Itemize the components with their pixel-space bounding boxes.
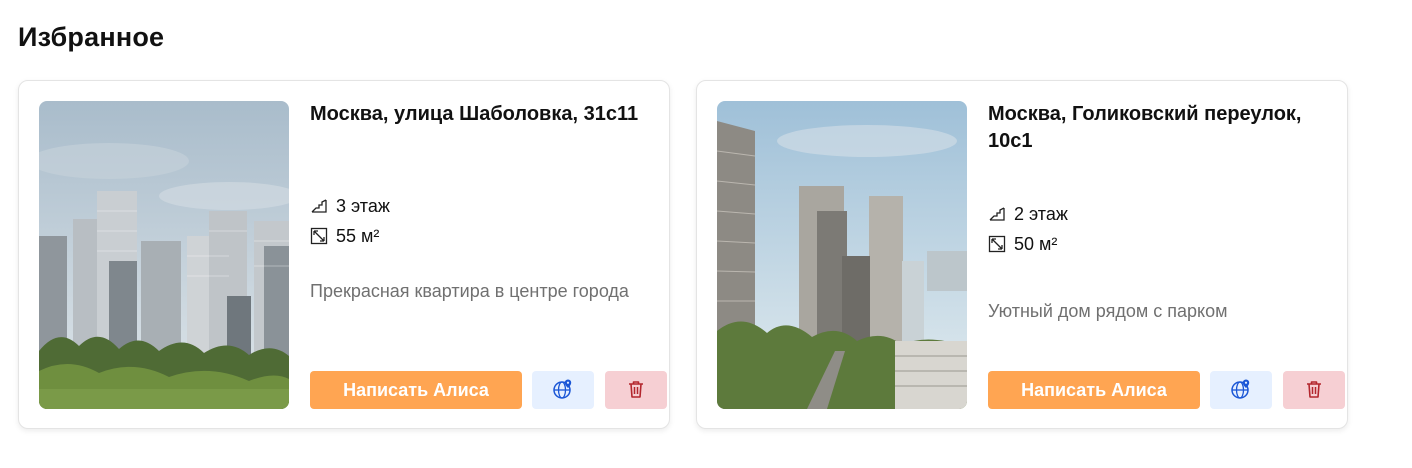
property-description: Уютный дом рядом с парком (988, 301, 1228, 321)
area-value: 55 м² (336, 226, 380, 246)
write-alisa-button[interactable]: Написать Алиса (310, 371, 522, 409)
card-actions: Написать Алиса (310, 371, 667, 409)
globe-pin-icon (1230, 378, 1252, 403)
floor-row: 2 этаж (988, 199, 1068, 229)
card-actions: Написать Алиса (988, 371, 1345, 409)
property-photo-image (717, 101, 967, 409)
property-photo-image (39, 101, 289, 409)
trash-icon (626, 379, 646, 402)
property-meta: 2 этаж 50 м² (988, 199, 1068, 259)
property-photo[interactable] (39, 101, 289, 409)
property-address[interactable]: Москва, Голиковский переулок, 10с1 (988, 101, 1328, 155)
trash-icon (1304, 379, 1324, 402)
floor-value: 2 этаж (1014, 204, 1068, 224)
floor-value: 3 этаж (336, 196, 390, 216)
globe-pin-icon (552, 378, 574, 403)
page-title: Избранное (18, 22, 165, 52)
area-value: 50 м² (1014, 234, 1058, 254)
property-address[interactable]: Москва, улица Шаболовка, 31с11 (310, 101, 650, 128)
stairs-icon (988, 205, 1006, 223)
area-row: 55 м² (310, 221, 390, 251)
card-content: Москва, улица Шаболовка, 31с11 3 этаж 55… (310, 101, 667, 409)
area-resize-icon (988, 235, 1006, 253)
stairs-icon (310, 197, 328, 215)
card-content: Москва, Голиковский переулок, 10с1 2 эта… (988, 101, 1345, 409)
delete-favorite-button[interactable] (1283, 371, 1345, 409)
favorite-card[interactable]: Москва, Голиковский переулок, 10с1 2 эта… (696, 80, 1348, 429)
area-resize-icon (310, 227, 328, 245)
property-meta: 3 этаж 55 м² (310, 191, 390, 251)
favorite-card[interactable]: Москва, улица Шаболовка, 31с11 3 этаж 55… (18, 80, 670, 429)
write-alisa-button[interactable]: Написать Алиса (988, 371, 1200, 409)
floor-row: 3 этаж (310, 191, 390, 221)
property-description: Прекрасная квартира в центре города (310, 281, 629, 301)
area-row: 50 м² (988, 229, 1068, 259)
show-on-map-button[interactable] (532, 371, 594, 409)
show-on-map-button[interactable] (1210, 371, 1272, 409)
property-photo[interactable] (717, 101, 967, 409)
delete-favorite-button[interactable] (605, 371, 667, 409)
